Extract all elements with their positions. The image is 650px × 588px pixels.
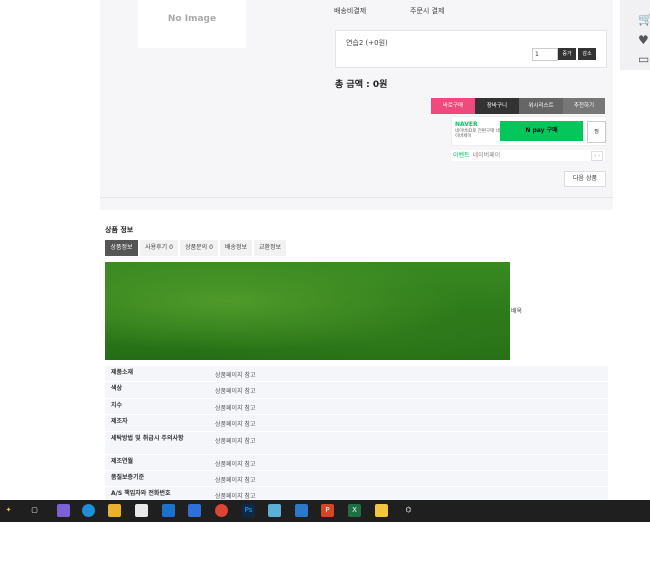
image-caption: 배옥 [511, 308, 523, 315]
table-row: 치수 상품페이지 참고 [105, 398, 608, 416]
calendar-icon[interactable] [135, 504, 148, 517]
windows-taskbar: ✦ ▢ Ps P X ⌬ [0, 500, 650, 522]
table-row: 세탁방법 및 취급시 주의사항 상품페이지 참고 [105, 431, 608, 455]
recommend-button[interactable]: 추천하기 [563, 98, 605, 114]
naver-pay-box: NAVER 네이버ID로 간편구매 네이버페이 N pay 구매 찜 [451, 116, 607, 146]
shipping-value: 주문시 결제 [410, 7, 445, 15]
naver-event-bar: 이벤트 네이버페이 ‹ › [451, 150, 605, 161]
chatgpt-icon[interactable]: ⌬ [402, 504, 415, 517]
naver-logo: NAVER [455, 121, 478, 128]
qty-increase-button[interactable]: 증가 [558, 48, 576, 60]
table-row: 품질보증기준 상품페이지 참고 [105, 470, 608, 488]
shipping-label: 배송비결제 [334, 7, 367, 15]
edge-icon[interactable] [82, 504, 95, 517]
npay-buy-button[interactable]: N pay 구매 [500, 121, 583, 141]
action-buttons: 바로구매 장바구니 위시리스트 추천하기 [431, 98, 605, 114]
detail-title: 상품 정보 [105, 226, 134, 234]
qty-decrease-button[interactable]: 감소 [578, 48, 596, 60]
app-icon[interactable] [188, 504, 201, 517]
cart-icon[interactable]: 🛒 [638, 12, 650, 26]
option-name: 연습2 (+0원) [346, 39, 388, 47]
widgets-icon[interactable]: ✦ [2, 504, 15, 517]
selected-option-box: 연습2 (+0원) 1 증가 감소 [335, 30, 607, 68]
tab-exchange[interactable]: 교환정보 [254, 240, 286, 256]
app2-icon[interactable] [295, 504, 308, 517]
buy-now-button[interactable]: 바로구매 [431, 98, 475, 114]
table-row: 색상 상품페이지 참고 [105, 382, 608, 399]
wishlist-button[interactable]: 위시리스트 [519, 98, 563, 114]
table-row: 제조자 상품페이지 참고 [105, 415, 608, 432]
table-row: 제조연월 상품페이지 참고 [105, 454, 608, 471]
sticky-notes-icon[interactable] [375, 504, 388, 517]
total-price: 총 금액 : 0원 [335, 80, 388, 90]
add-cart-button[interactable]: 장바구니 [475, 98, 519, 114]
section-divider [100, 197, 613, 198]
explorer-icon[interactable] [108, 504, 121, 517]
quantity-input[interactable]: 1 [532, 48, 558, 61]
tab-reviews[interactable]: 사용후기 0 [140, 240, 178, 256]
blank-area [0, 522, 650, 588]
product-image: No Image [138, 0, 246, 48]
spec-table: 제품소재 상품페이지 참고 색상 상품페이지 참고 치수 상품페이지 참고 제조자 상품… [105, 366, 608, 500]
task-view-icon[interactable]: ▢ [28, 504, 41, 517]
product-detail-image [105, 262, 510, 360]
outlook-icon[interactable] [162, 504, 175, 517]
tab-product-info[interactable]: 상품정보 [105, 240, 138, 256]
photoshop-icon[interactable]: Ps [242, 504, 255, 517]
tab-shipping[interactable]: 배송정보 [220, 240, 252, 256]
next-product-button[interactable]: 다음 상품 [564, 171, 606, 187]
tab-qna[interactable]: 상품문의 0 [180, 240, 218, 256]
heart-icon[interactable]: ♥ [638, 33, 650, 47]
table-row: 제품소재 상품페이지 참고 [105, 366, 608, 383]
paint-icon[interactable] [268, 504, 281, 517]
recent-view-icon[interactable]: ▭ [638, 52, 650, 66]
naver-desc: 네이버ID로 간편구매 네이버페이 [455, 129, 500, 139]
quick-menu: 🛒 ♥ ▭ [620, 0, 650, 70]
table-row: A/S 책임자와 전화번호 상품페이지 참고 [105, 487, 608, 500]
web-page: 🛒 ♥ ▭ No Image 배송비결제 주문시 결제 연습2 (+0원) 1 … [0, 0, 650, 500]
excel-icon[interactable]: X [348, 504, 361, 517]
event-label[interactable]: 이벤트 [453, 152, 470, 159]
event-nav-arrows[interactable]: ‹ › [591, 151, 603, 161]
npay-wish-button[interactable]: 찜 [587, 121, 606, 143]
copilot-icon[interactable] [57, 504, 70, 517]
powerpoint-icon[interactable]: P [321, 504, 334, 517]
event-desc: 네이버페이 [472, 152, 501, 159]
chrome-icon[interactable] [215, 504, 228, 517]
